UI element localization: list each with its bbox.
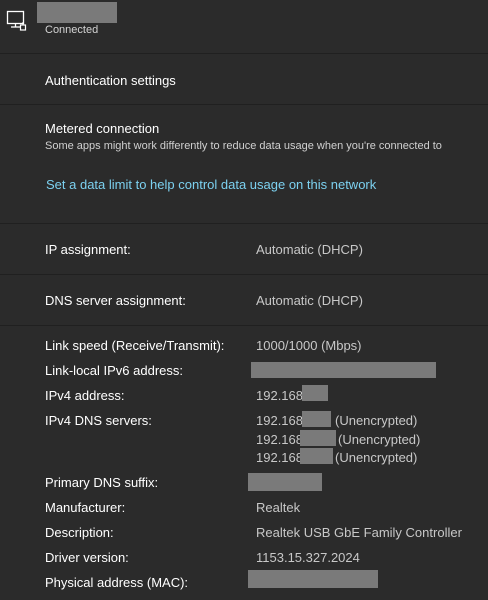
dns-servers-label: IPv4 DNS servers: — [45, 413, 152, 428]
connection-status: Connected — [45, 24, 99, 36]
metered-connection-title: Metered connection — [45, 121, 160, 136]
mac-address-redacted — [248, 570, 378, 588]
ip-assignment-row: IP assignment: Automatic (DHCP) — [0, 224, 488, 274]
connection-details: Link speed (Receive/Transmit): 1000/1000… — [0, 326, 488, 600]
dns-assignment-label: DNS server assignment: — [45, 293, 186, 308]
driver-version-value: 1153.15.327.2024 — [256, 550, 360, 565]
dns-server-2-suffix: (Unencrypted) — [338, 432, 421, 447]
link-speed-value: 1000/1000 (Mbps) — [256, 338, 362, 353]
metered-connection-description: Some apps might work differently to redu… — [45, 140, 442, 152]
description-value: Realtek USB GbE Family Controller — [256, 525, 462, 540]
link-speed-label: Link speed (Receive/Transmit): — [45, 338, 225, 353]
dns-server-3-prefix: 192.168 — [256, 450, 303, 465]
manufacturer-value: Realtek — [256, 500, 301, 515]
ip-assignment-value: Automatic (DHCP) — [256, 242, 363, 257]
ipv4-value-redacted — [302, 385, 328, 401]
dns-server-1-suffix: (Unencrypted) — [335, 413, 418, 428]
dns-suffix-label: Primary DNS suffix: — [45, 475, 159, 490]
dns-suffix-redacted — [248, 473, 322, 491]
dns-server-3-redacted — [300, 448, 333, 464]
metered-connection-section: Metered connection Some apps might work … — [0, 105, 488, 223]
ethernet-network-icon — [6, 10, 27, 31]
ipv6-label: Link-local IPv6 address: — [45, 363, 184, 378]
mac-address-label: Physical address (MAC): — [45, 575, 189, 590]
network-name-redacted — [37, 2, 117, 23]
authentication-settings-row[interactable]: Authentication settings — [0, 54, 488, 104]
authentication-settings-label: Authentication settings — [45, 73, 176, 88]
dns-server-1-redacted — [302, 411, 331, 427]
dns-server-2-redacted — [300, 430, 336, 446]
ipv4-label: IPv4 address: — [45, 388, 125, 403]
manufacturer-label: Manufacturer: — [45, 500, 126, 515]
dns-server-2-prefix: 192.168 — [256, 432, 303, 447]
description-label: Description: — [45, 525, 114, 540]
data-limit-link[interactable]: Set a data limit to help control data us… — [46, 177, 376, 192]
dns-server-3-suffix: (Unencrypted) — [335, 450, 418, 465]
ipv6-value-redacted — [251, 362, 436, 378]
ip-assignment-label: IP assignment: — [45, 242, 131, 257]
ipv4-value: 192.168. — [256, 388, 307, 403]
dns-assignment-value: Automatic (DHCP) — [256, 293, 363, 308]
connection-header: Connected — [0, 0, 488, 53]
dns-server-1-prefix: 192.168. — [256, 413, 307, 428]
driver-version-label: Driver version: — [45, 550, 129, 565]
dns-assignment-row: DNS server assignment: Automatic (DHCP) — [0, 275, 488, 325]
